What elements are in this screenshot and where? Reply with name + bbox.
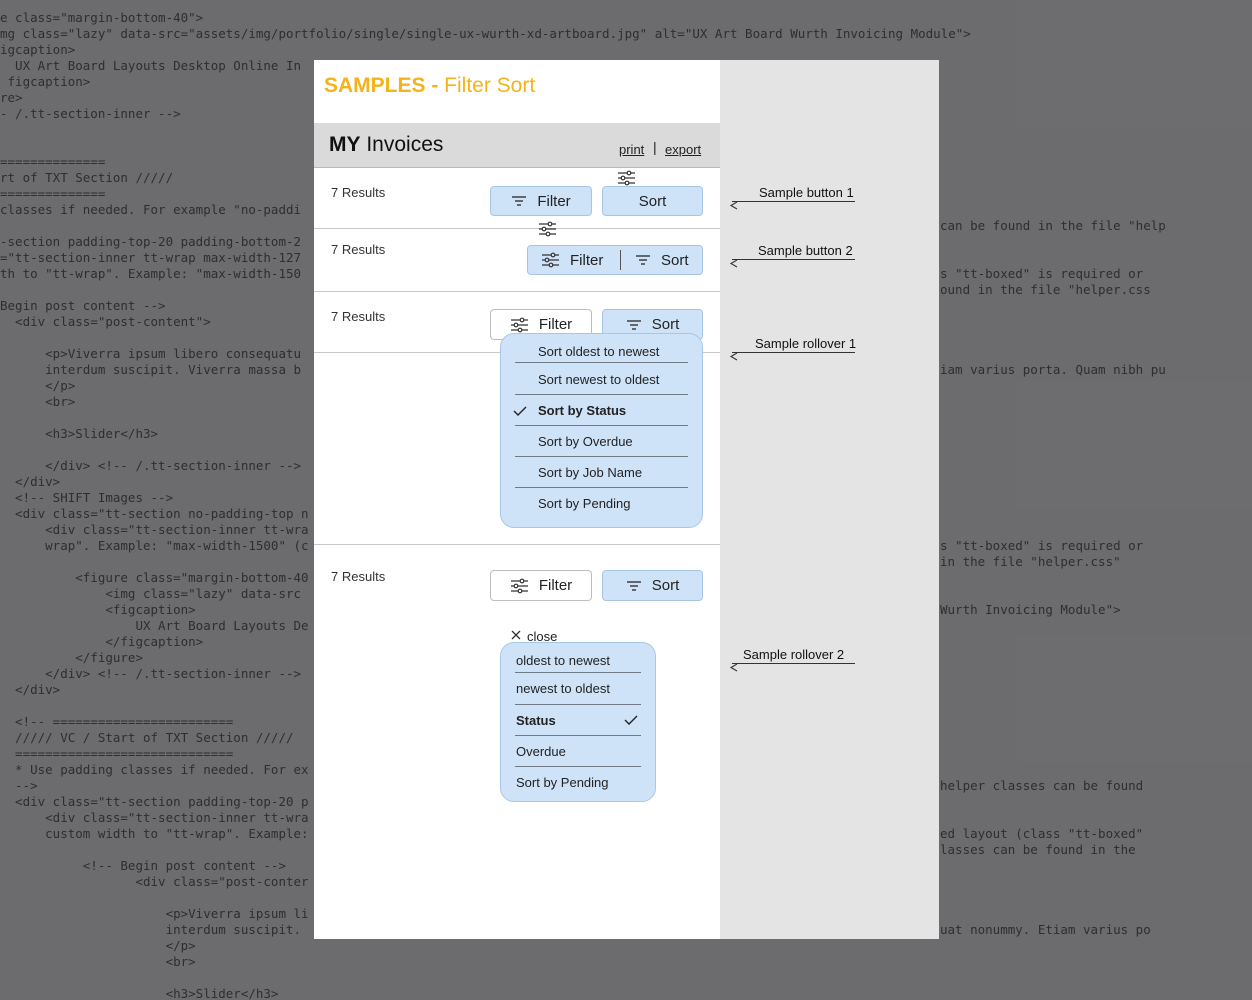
- sort-rollover-menu-1: Sort oldest to newest Sort newest to old…: [500, 333, 703, 528]
- dropdown-item[interactable]: Sort by Job Name: [538, 465, 642, 480]
- title-rest: Filter Sort: [438, 74, 536, 97]
- arrow-left-icon: [729, 659, 739, 677]
- dropdown-rule: [515, 425, 688, 426]
- export-link[interactable]: export: [665, 142, 701, 157]
- section-divider: [314, 228, 720, 229]
- title-bold: SAMPLES -: [324, 74, 439, 97]
- page-title: SAMPLES - Filter Sort: [324, 74, 535, 98]
- dropdown-rule: [515, 394, 688, 395]
- print-link[interactable]: print: [619, 142, 644, 157]
- annotation-label: Sample button 1: [759, 185, 854, 200]
- dropdown-rule: [515, 766, 641, 767]
- dropdown-item[interactable]: Sort by Overdue: [538, 434, 633, 449]
- sort-lines-icon: [635, 254, 651, 266]
- dropdown-item-selected[interactable]: Sort by Status: [538, 403, 626, 418]
- annotation-line: [732, 201, 855, 202]
- dropdown-rule: [515, 362, 688, 363]
- dropdown-item-selected[interactable]: Status: [516, 713, 556, 728]
- check-icon: [624, 713, 638, 731]
- dropdown-item[interactable]: Overdue: [516, 744, 566, 759]
- dropdown-item[interactable]: Sort oldest to newest: [538, 344, 659, 359]
- dropdown-rule: [515, 704, 641, 705]
- dropdown-rule: [515, 456, 688, 457]
- sliders-icon: [538, 221, 557, 242]
- filter-button-1[interactable]: Filter: [490, 186, 592, 216]
- arrow-left-icon: [729, 197, 739, 215]
- dropdown-item[interactable]: Sort by Pending: [516, 775, 609, 790]
- results-count: 7 Results: [331, 242, 386, 257]
- annotation-line: [732, 352, 855, 353]
- annotation-label: Sample rollover 2: [743, 647, 845, 662]
- annotation-label: Sample button 2: [758, 243, 853, 258]
- filter-button-label: Filter: [538, 577, 573, 594]
- dropdown-item[interactable]: oldest to newest: [516, 653, 610, 668]
- dropdown-item[interactable]: Sort newest to oldest: [538, 372, 659, 387]
- sort-lines-icon: [626, 580, 642, 592]
- filter-label: Filter: [570, 251, 604, 269]
- artboard: SAMPLES - Filter Sort MY Invoices print …: [314, 60, 720, 939]
- dropdown-rule: [515, 672, 641, 673]
- annotation-line: [732, 259, 855, 260]
- dropdown-rule: [515, 487, 688, 488]
- filter-button-label: Filter: [537, 192, 571, 210]
- filter-button-label: Filter: [538, 316, 573, 333]
- sliders-icon: [541, 252, 560, 268]
- sliders-icon: [510, 317, 529, 333]
- section-divider: [314, 291, 720, 292]
- results-count: 7 Results: [331, 569, 386, 584]
- section-divider: [314, 544, 720, 545]
- sliders-icon: [510, 578, 529, 594]
- invoices-title: MY Invoices: [329, 133, 443, 157]
- invoices-header-bar: MY Invoices print | export: [314, 123, 720, 168]
- sort-rollover-menu-2: oldest to newest newest to oldest Status…: [500, 642, 656, 802]
- dropdown-item[interactable]: newest to oldest: [516, 681, 610, 696]
- dropdown-item[interactable]: Sort by Pending: [538, 496, 631, 511]
- sort-lines-icon: [626, 319, 642, 331]
- results-count: 7 Results: [331, 185, 386, 200]
- sort-button-label: Sort: [651, 316, 680, 333]
- sort-lines-icon: [511, 195, 527, 207]
- invoices-title-bold: MY: [329, 133, 361, 156]
- filter-sort-combined-button[interactable]: Filter Sort: [527, 245, 703, 275]
- annotation-line: [732, 663, 855, 664]
- sort-label: Sort: [661, 251, 689, 269]
- arrow-left-icon: [729, 348, 739, 366]
- sort-button-4[interactable]: Sort: [602, 570, 703, 601]
- annotation-label: Sample rollover 1: [755, 336, 857, 351]
- filter-segment[interactable]: Filter: [528, 252, 621, 269]
- sort-button-label: Sort: [651, 577, 680, 594]
- link-divider: |: [653, 139, 657, 155]
- sort-segment[interactable]: Sort: [621, 252, 689, 269]
- sort-button-1[interactable]: Sort: [602, 186, 703, 216]
- invoices-title-rest: Invoices: [360, 133, 444, 156]
- dropdown-rule: [515, 735, 641, 736]
- arrow-left-icon: [729, 255, 739, 273]
- sort-button-label: Sort: [638, 192, 667, 210]
- results-count: 7 Results: [331, 309, 386, 324]
- filter-button-4[interactable]: Filter: [490, 570, 592, 601]
- check-icon: [513, 404, 527, 422]
